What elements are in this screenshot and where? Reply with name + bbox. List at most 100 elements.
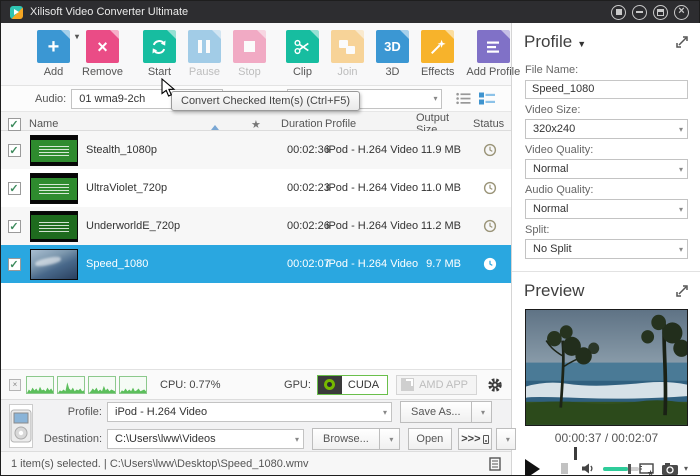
detail-view-icon[interactable]: [479, 92, 495, 105]
table-row[interactable]: ✓ UltraViolet_720p 00:02:23 iPod - H.264…: [1, 169, 511, 207]
volume-icon[interactable]: [581, 462, 595, 475]
3d-icon: 3D: [375, 30, 409, 63]
add-dropdown-caret[interactable]: ▾: [75, 32, 79, 41]
stop-playback-button[interactable]: [561, 463, 568, 475]
chevron-down-icon: ▾: [433, 94, 438, 103]
browse-button[interactable]: Browse...: [312, 428, 379, 450]
tooltip-convert-checked: Convert Checked Item(s) (Ctrl+F5): [171, 91, 361, 111]
3d-button[interactable]: 3D 3D: [375, 30, 409, 78]
app-icon: [10, 5, 23, 19]
stop-icon: [232, 30, 266, 63]
table-row[interactable]: ✓ Stealth_1080p 00:02:36 iPod - H.264 Vi…: [1, 131, 511, 169]
profile-panel-title[interactable]: Profile: [524, 32, 572, 52]
expand-preview-icon[interactable]: [675, 284, 689, 298]
column-header-star[interactable]: ★: [251, 118, 275, 131]
device-ipod-icon: [9, 403, 33, 448]
open-button[interactable]: Open: [407, 428, 452, 450]
chevron-down-icon: ▾: [294, 434, 299, 444]
profile-panel-header: Profile ▼: [512, 23, 700, 58]
join-button: Join: [330, 30, 364, 78]
add-profile-button[interactable]: Add Profile: [466, 30, 520, 78]
window-controls: ×: [611, 4, 689, 20]
browse-dropdown[interactable]: ▾: [378, 428, 400, 450]
cpu-usage-label: CPU: 0.77%: [160, 378, 221, 391]
snapshot-folder-icon[interactable]: ★: [639, 462, 656, 476]
column-header-status[interactable]: Status: [469, 118, 511, 130]
video-size-select[interactable]: 320x240 ▾: [525, 119, 688, 139]
join-icon: [330, 30, 364, 63]
row-checkbox[interactable]: ✓: [7, 181, 21, 195]
destination-select[interactable]: C:\Users\lww\Videos ▾: [107, 429, 304, 449]
window-title: Xilisoft Video Converter Ultimate: [30, 6, 189, 18]
snapshot-dropdown-caret[interactable]: ▾: [684, 464, 688, 473]
clip-button[interactable]: Clip: [285, 30, 319, 78]
preview-panel-title: Preview: [524, 281, 585, 300]
list-view-icon[interactable]: [456, 92, 471, 105]
app-window: Xilisoft Video Converter Ultimate × + ▾ …: [0, 0, 700, 476]
table-row[interactable]: ✓ UnderworldE_720p 00:02:26 iPod - H.264…: [1, 207, 511, 245]
preview-panel-header: Preview: [512, 272, 700, 307]
svg-text:★: ★: [647, 468, 654, 476]
start-button[interactable]: Start: [142, 30, 176, 78]
expand-panel-icon[interactable]: [675, 35, 689, 49]
row-checkbox[interactable]: ✓: [7, 143, 21, 157]
clock-icon: [483, 143, 497, 157]
add-button[interactable]: + ▾ Add: [37, 30, 79, 78]
scissors-icon: [285, 30, 319, 63]
table-row-selected[interactable]: ✓ Speed_1080 00:02:07 iPod - H.264 Video…: [1, 245, 511, 283]
video-thumbnail: [30, 134, 78, 166]
output-profile-select[interactable]: iPod - H.264 Video ▾: [107, 402, 392, 422]
settings-gear-icon[interactable]: [487, 377, 503, 393]
stop-button: Stop: [232, 30, 266, 78]
video-preview[interactable]: [525, 309, 690, 426]
column-header-profile[interactable]: Profile: [319, 118, 411, 130]
amd-logo-icon: [401, 378, 415, 391]
amd-app-toggle: AMD APP: [396, 374, 477, 395]
effects-button[interactable]: Effects: [421, 30, 454, 78]
row-checkbox[interactable]: ✓: [7, 219, 21, 233]
volume-handle[interactable]: [628, 463, 632, 474]
video-thumbnail: [30, 248, 78, 280]
split-label: Split:: [525, 224, 550, 236]
close-monitor-button[interactable]: ×: [9, 378, 21, 391]
volume-slider[interactable]: [602, 463, 639, 474]
save-as-button[interactable]: Save As...: [400, 401, 471, 423]
camera-snapshot-icon[interactable]: [661, 462, 679, 476]
profile-label: Profile:: [67, 406, 102, 418]
split-select[interactable]: No Split ▾: [525, 239, 688, 259]
skin-button[interactable]: [611, 4, 626, 20]
chevron-down-icon[interactable]: ▼: [577, 39, 586, 49]
transfer-to-device-button[interactable]: >>>: [457, 428, 492, 450]
clock-icon: [483, 257, 497, 271]
magic-wand-icon: [421, 30, 455, 63]
remove-button[interactable]: × Remove: [82, 30, 123, 78]
cuda-toggle[interactable]: CUDA: [316, 374, 389, 395]
gpu-label: GPU:: [284, 378, 311, 391]
select-all-checkbox[interactable]: ✓: [7, 117, 21, 131]
column-header-name[interactable]: Name: [27, 118, 251, 130]
cpu-graph: [119, 375, 147, 394]
chevron-down-icon: ▾: [382, 407, 387, 417]
nvidia-logo-icon: [317, 375, 342, 394]
column-header-duration[interactable]: Duration: [275, 118, 323, 130]
chevron-down-icon: ▾: [678, 204, 683, 214]
audio-quality-label: Audio Quality:: [525, 184, 594, 196]
maximize-button[interactable]: [653, 4, 668, 20]
seek-handle[interactable]: [573, 446, 577, 460]
file-name-input[interactable]: [525, 79, 688, 99]
row-checkbox[interactable]: ✓: [7, 257, 21, 271]
audio-quality-select[interactable]: Normal ▾: [525, 199, 688, 219]
play-button[interactable]: [525, 458, 540, 476]
transfer-dropdown[interactable]: ▾: [495, 428, 516, 450]
pause-icon: [187, 30, 221, 63]
device-icon: [482, 434, 489, 444]
file-list-empty-area: [1, 283, 511, 369]
table-header: ✓ Name ★ Duration Profile Output Size St…: [1, 111, 511, 136]
video-quality-select[interactable]: Normal ▾: [525, 159, 688, 179]
close-button[interactable]: ×: [674, 4, 689, 20]
log-icon[interactable]: [489, 456, 501, 471]
save-as-dropdown[interactable]: ▾: [470, 401, 492, 423]
minimize-button[interactable]: [632, 4, 647, 20]
video-thumbnail: [30, 172, 78, 204]
status-bar: 1 item(s) selected. | C:\Users\lww\Deskt…: [1, 451, 511, 475]
